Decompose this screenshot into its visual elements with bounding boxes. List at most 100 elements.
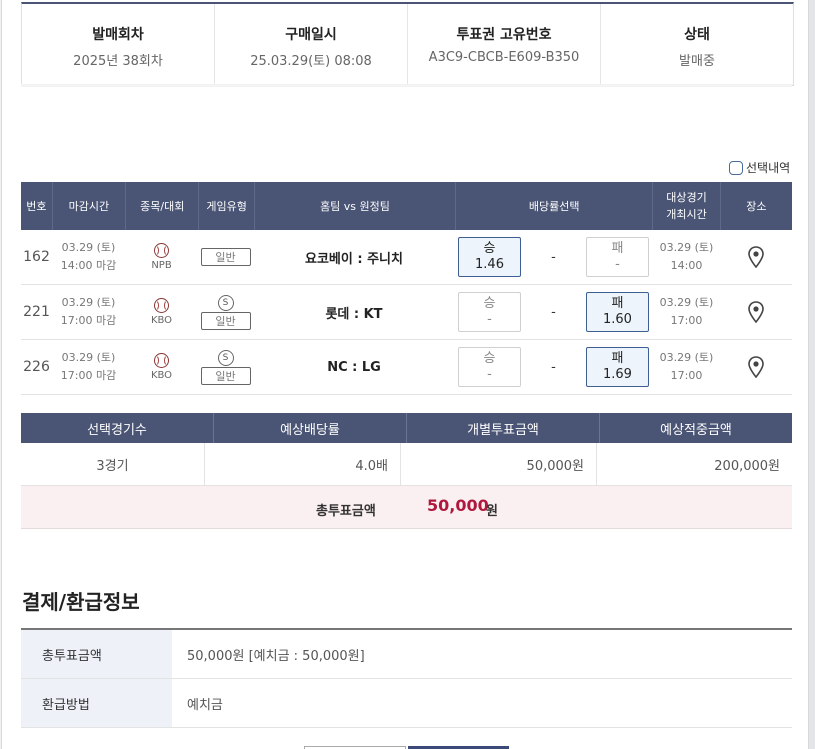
odds-lose-label: 패 xyxy=(611,296,624,311)
header-deadline: 마감시간 xyxy=(53,182,127,230)
total-amount-label: 총투표금액 xyxy=(316,504,376,519)
summary-count: 3경기 xyxy=(21,443,205,485)
odds-lose-value: - xyxy=(615,257,620,272)
map-pin-icon[interactable] xyxy=(748,301,764,323)
odds-win-button[interactable]: 승 1.46 xyxy=(458,237,521,277)
odds-draw: - xyxy=(551,249,556,265)
odds-win-value: 1.46 xyxy=(475,257,504,272)
summary-header-payout: 예상적중금액 xyxy=(660,422,732,438)
odds-draw: - xyxy=(551,304,556,320)
refund-row-total: 총투표금액 50,000원 [예치금 : 50,000원] xyxy=(21,630,792,679)
header-sport: 종목/대회 xyxy=(126,182,200,230)
row-deadline: 03.29 (토) 17:00 마감 xyxy=(52,285,125,339)
match-table: 번호 마감시간 종목/대회 게임유형 홈팀 vs 원정팀 배당률선택 대상경기 … xyxy=(21,182,792,395)
refund-method-value: 예치금 xyxy=(187,697,223,713)
game-type-tag: 일반 xyxy=(200,248,251,266)
odds-lose-label: 패 xyxy=(611,241,624,256)
summary-values-row: 3경기 4.0배 50,000원 200,000원 xyxy=(21,443,792,486)
odds-lose-value: 1.60 xyxy=(603,312,632,327)
table-row: 221 03.29 (토) 17:00 마감 KBO S 일반 롯데 : KT … xyxy=(21,285,792,340)
odds-win-label: 승 xyxy=(483,296,496,311)
row-no: 221 xyxy=(23,304,50,320)
odds-win-button[interactable]: 승 - xyxy=(458,347,521,387)
map-pin-icon[interactable] xyxy=(748,356,764,378)
row-deadline-date: 03.29 (토) xyxy=(61,351,116,364)
table-row: 226 03.29 (토) 17:00 마감 KBO S 일반 NC : LG … xyxy=(21,340,792,395)
row-event-date: 03.29 (토) xyxy=(659,296,714,309)
map-pin-icon[interactable] xyxy=(748,246,764,268)
special-s-icon: S xyxy=(217,349,234,366)
row-deadline-time: 14:00 마감 xyxy=(60,259,117,272)
total-amount-row: 총투표금액 50,000 원 xyxy=(21,486,792,529)
row-no: 226 xyxy=(23,359,50,375)
row-event-date: 03.29 (토) xyxy=(659,241,714,254)
odds-win-label: 승 xyxy=(483,351,496,366)
row-odds: 승 - - 패 1.60 xyxy=(455,285,653,339)
baseball-icon xyxy=(154,353,169,368)
odds-win-value: - xyxy=(487,367,492,382)
odds-draw: - xyxy=(551,359,556,375)
row-game-type: S 일반 xyxy=(198,340,253,394)
ticket-info-table: 발매회차 2025년 38회차 구매일시 25.03.29(토) 08:08 투… xyxy=(21,2,794,86)
selection-history-toggle[interactable]: 선택내역 xyxy=(729,159,790,176)
row-no: 162 xyxy=(23,249,50,265)
info-ticket-id-label: 투표권 고유번호 xyxy=(456,27,552,43)
row-event-time: 03.29 (토) 14:00 xyxy=(653,230,720,284)
row-event-hour: 17:00 xyxy=(670,369,703,382)
info-status-value: 발매중 xyxy=(679,54,715,69)
row-event-hour: 14:00 xyxy=(670,259,703,272)
row-deadline: 03.29 (토) 17:00 마감 xyxy=(52,340,125,394)
row-deadline-time: 17:00 마감 xyxy=(60,369,117,382)
info-purchase-time: 구매일시 25.03.29(토) 08:08 xyxy=(215,4,408,85)
row-place xyxy=(720,230,792,284)
info-ticket-id: 투표권 고유번호 A3C9-CBCB-E609-B350 xyxy=(408,4,601,85)
odds-lose-button[interactable]: 패 - xyxy=(585,237,649,277)
header-teams: 홈팀 vs 원정팀 xyxy=(255,182,457,230)
row-teams: NC : LG xyxy=(327,359,381,375)
total-amount-unit: 원 xyxy=(486,504,498,519)
summary-payout: 200,000원 xyxy=(714,458,780,474)
row-odds: 승 - - 패 1.69 xyxy=(455,340,653,394)
selection-history-label: 선택내역 xyxy=(746,161,791,175)
header-event-time-line1: 대상경기 xyxy=(666,191,707,204)
odds-win-button[interactable]: 승 - xyxy=(458,292,521,332)
selection-history-checkbox[interactable] xyxy=(729,160,743,175)
row-place xyxy=(720,340,792,394)
row-odds: 승 1.46 - 패 - xyxy=(455,230,653,284)
summary-header: 선택경기수 예상배당률 개별투표금액 예상적중금액 xyxy=(21,413,792,443)
info-status: 상태 발매중 xyxy=(601,4,793,85)
refund-row-method: 환급방법 예치금 xyxy=(21,679,792,728)
info-status-label: 상태 xyxy=(684,27,710,43)
row-league: KBO xyxy=(150,370,173,381)
refund-section-title: 결제/환급정보 xyxy=(22,590,140,614)
summary-amount: 50,000원 xyxy=(401,443,597,485)
row-event-time: 03.29 (토) 17:00 xyxy=(653,340,720,394)
info-purchase-time-value: 25.03.29(토) 08:08 xyxy=(250,54,372,69)
ticket-detail-page: 발매회차 2025년 38회차 구매일시 25.03.29(토) 08:08 투… xyxy=(1,0,809,749)
odds-win-label: 승 xyxy=(483,241,496,256)
row-teams: 요코베이 : 주니치 xyxy=(305,251,403,267)
row-sport: KBO xyxy=(125,285,198,339)
row-event-time: 03.29 (토) 17:00 xyxy=(653,285,720,339)
row-game-type: S 일반 xyxy=(198,285,253,339)
summary-odds: 4.0배 xyxy=(205,443,401,485)
refund-total-key: 총투표금액 xyxy=(21,630,172,678)
header-game-type: 게임유형 xyxy=(199,182,255,230)
scrollbar[interactable] xyxy=(809,0,815,749)
info-round-label: 발매회차 xyxy=(92,27,144,43)
row-deadline-date: 03.29 (토) xyxy=(61,241,116,254)
baseball-icon xyxy=(154,243,169,258)
refund-info-table: 총투표금액 50,000원 [예치금 : 50,000원] 환급방법 예치금 xyxy=(21,628,792,728)
row-league: NPB xyxy=(151,260,172,271)
row-event-hour: 17:00 xyxy=(670,314,703,327)
odds-lose-button[interactable]: 패 1.60 xyxy=(585,292,649,332)
header-no: 번호 xyxy=(21,182,53,230)
refund-method-key: 환급방법 xyxy=(21,679,172,727)
info-purchase-time-label: 구매일시 xyxy=(285,27,337,43)
header-event-time-line2: 개최시간 xyxy=(666,208,707,221)
special-s-icon: S xyxy=(217,294,234,311)
summary-header-count: 선택경기수 xyxy=(21,413,214,443)
odds-lose-button[interactable]: 패 1.69 xyxy=(585,347,649,387)
header-event-time: 대상경기 개최시간 xyxy=(653,182,721,230)
row-place xyxy=(720,285,792,339)
